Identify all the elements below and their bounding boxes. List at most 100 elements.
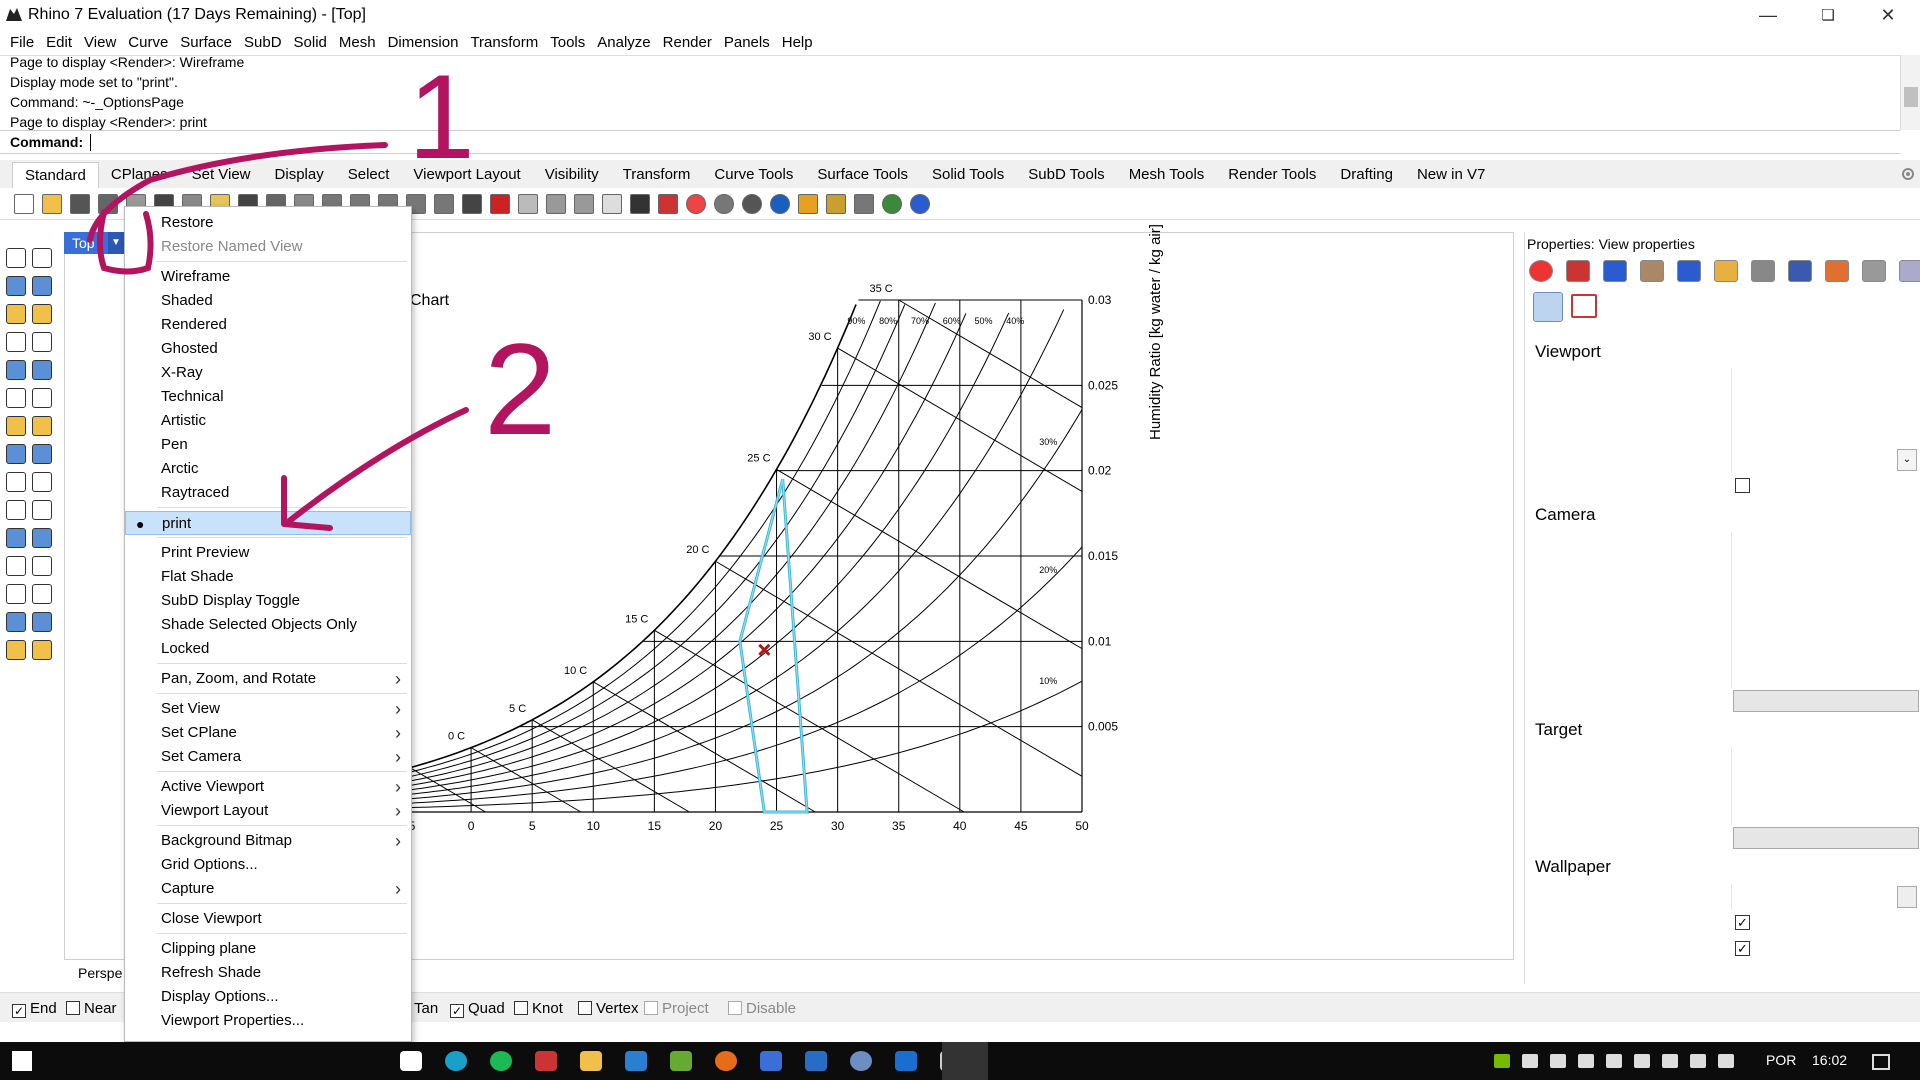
browse-button[interactable] [1897,886,1917,908]
app-icon[interactable] [535,1051,557,1071]
osnap-vertex[interactable]: Vertex [578,1000,639,1017]
tab-subd-tools[interactable]: SubD Tools [1016,162,1116,188]
subd-icon[interactable] [32,472,52,492]
place-button[interactable] [1733,827,1919,849]
material-icon[interactable] [1566,260,1590,282]
block-icon[interactable] [6,556,26,576]
new-file-icon[interactable] [14,194,34,214]
checkbox[interactable] [578,1001,592,1015]
checkbox[interactable] [66,1001,80,1015]
menu-item-shade-selected-objects-only[interactable]: Shade Selected Objects Only [125,613,411,637]
tab-standard[interactable]: Standard [12,162,99,188]
command-scrollbar[interactable] [1900,55,1920,130]
wifi-icon[interactable] [1690,1054,1706,1068]
filename-field[interactable] [1731,884,1917,910]
scrollbar-thumb[interactable] [1904,87,1918,107]
menu-transform[interactable]: Transform [464,32,544,54]
analyze-icon[interactable] [6,612,26,632]
language-indicator[interactable]: POR [1766,1052,1796,1068]
tab-display[interactable]: Display [263,162,336,188]
spotify-icon[interactable] [490,1051,512,1071]
array-icon[interactable] [6,584,26,604]
cloud-icon[interactable] [1634,1054,1650,1068]
menu-item-print-preview[interactable]: Print Preview [125,541,411,565]
tab-render-tools[interactable]: Render Tools [1216,162,1328,188]
z-location-field[interactable] [1731,636,1917,662]
security-icon[interactable] [1578,1054,1594,1068]
print-icon[interactable] [98,194,118,214]
tab-solid-tools[interactable]: Solid Tools [920,162,1016,188]
menu-item-x-ray[interactable]: X-Ray [125,361,411,385]
menu-item-shaded[interactable]: Shaded [125,289,411,313]
monitor-icon[interactable] [1522,1054,1538,1068]
gear-icon[interactable] [1899,260,1920,282]
menu-item-grid-options[interactable]: Grid Options... [125,853,411,877]
checkbox[interactable] [644,1001,658,1015]
nvidia-icon[interactable] [1494,1054,1510,1068]
menu-item-pan-zoom-and-rotate[interactable]: Pan, Zoom, and Rotate › [125,667,411,691]
osnap-quad[interactable]: ✓ Quad [450,1000,505,1018]
place-button[interactable] [1733,690,1919,712]
fillet-icon[interactable] [32,360,52,380]
menu-item-display-options[interactable]: Display Options... [125,985,411,1009]
viewport-tab-perspective[interactable]: Perspe [78,965,122,981]
menu-file[interactable]: File [4,32,40,54]
render-settings-icon[interactable] [1603,260,1627,282]
light-icon[interactable] [602,194,622,214]
clock[interactable]: 16:02 [1812,1052,1847,1068]
file-explorer-icon[interactable] [580,1051,602,1071]
tab-new-in-v7[interactable]: New in V7 [1405,162,1497,188]
menu-tools[interactable]: Tools [544,32,591,54]
menu-subd[interactable]: SubD [238,32,288,54]
menu-item-background-bitmap[interactable]: Background Bitmap › [125,829,411,853]
menu-mesh[interactable]: Mesh [333,32,382,54]
menu-view[interactable]: View [78,32,122,54]
osnap-knot[interactable]: Knot [514,1000,563,1017]
gray-checkbox[interactable]: ✓ [1735,941,1750,956]
color-wheel-icon[interactable] [686,194,706,214]
firefox-icon[interactable] [715,1051,737,1071]
tab-mesh-tools[interactable]: Mesh Tools [1117,162,1217,188]
open-file-icon[interactable] [42,194,62,214]
pin-icon[interactable] [798,194,818,214]
close-button[interactable]: ✕ [1865,0,1911,30]
locked-checkbox[interactable] [1735,478,1750,493]
projection-select[interactable]: ⌄ [1731,447,1917,473]
lock-icon[interactable] [630,194,650,214]
minimize-button[interactable]: — [1745,0,1791,30]
grid-snap-icon[interactable] [854,194,874,214]
select-icon[interactable] [6,248,26,268]
command-line[interactable]: Command: [0,130,1900,154]
onedrive-icon[interactable] [1606,1054,1622,1068]
tools-icon[interactable] [1788,260,1812,282]
menu-item-close-viewport[interactable]: Close Viewport [125,907,411,931]
menu-item-print[interactable]: print ● [125,511,411,535]
sphere-gray-icon[interactable] [714,194,734,214]
app3-icon[interactable] [760,1051,782,1071]
tab-visibility[interactable]: Visibility [533,162,611,188]
battery-icon[interactable] [1662,1054,1678,1068]
rotation-field[interactable] [1731,558,1917,584]
menu-solid[interactable]: Solid [288,32,333,54]
camera-icon[interactable] [1533,292,1563,322]
network-icon[interactable] [32,388,52,408]
polygon-icon[interactable] [6,332,26,352]
notes-icon[interactable] [1825,260,1849,282]
menu-item-viewport-layout[interactable]: Viewport Layout › [125,799,411,823]
tab-transform[interactable]: Transform [611,162,703,188]
app-tray-icon[interactable] [1550,1054,1566,1068]
x-target-field[interactable] [1731,747,1917,773]
menu-dimension[interactable]: Dimension [382,32,465,54]
menu-item-ghosted[interactable]: Ghosted [125,337,411,361]
chevron-down-icon[interactable]: ⌄ [1897,449,1917,471]
sphere-icon[interactable] [32,416,52,436]
menu-item-clipping-plane[interactable]: Clipping plane [125,937,411,961]
menu-panels[interactable]: Panels [718,32,776,54]
gear-icon[interactable] [1900,166,1916,182]
menu-item-set-view[interactable]: Set View › [125,697,411,721]
menu-item-restore[interactable]: Restore [125,211,411,235]
app2-icon[interactable] [670,1051,692,1071]
plane-icon[interactable] [518,194,538,214]
globe-icon[interactable] [882,194,902,214]
surface-icon[interactable] [6,388,26,408]
